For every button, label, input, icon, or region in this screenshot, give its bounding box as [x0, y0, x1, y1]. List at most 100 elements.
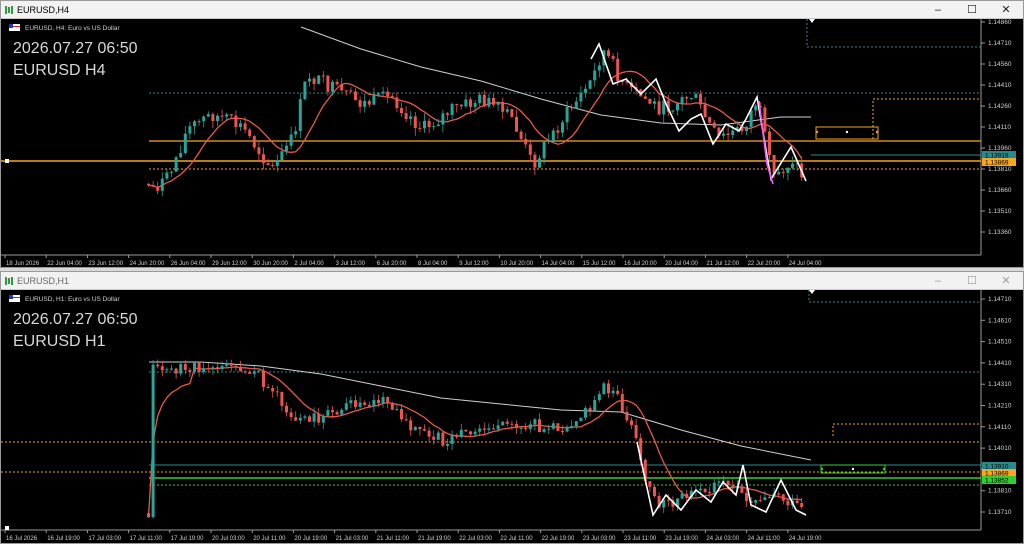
- candle-body: [400, 108, 403, 114]
- candle-body: [551, 130, 555, 142]
- candle-body: [211, 367, 215, 370]
- candle-body: [768, 496, 771, 498]
- price-chart-h4[interactable]: EURUSD, H4: Euro vs US Dollar 2026.07.27…: [1, 19, 1024, 268]
- candle-body: [432, 436, 436, 440]
- close-button[interactable]: ✕: [989, 272, 1023, 289]
- candle-body: [395, 97, 399, 109]
- candle-body: [542, 429, 546, 433]
- time-tick-label: 22 Jul 20:00: [748, 261, 781, 267]
- candle-body: [754, 500, 758, 503]
- candle-body: [344, 90, 348, 92]
- order-point: [845, 130, 849, 134]
- price-tick-label: 1.14210: [988, 403, 1012, 410]
- candle-body: [262, 370, 265, 388]
- candle-body: [220, 365, 224, 370]
- time-tick-label: 17 Jul 19:00: [171, 536, 204, 542]
- candle-body: [409, 420, 413, 431]
- overlay-time: 2026.07.27 06:50: [13, 40, 138, 57]
- candle-body: [326, 410, 330, 416]
- price-axis[interactable]: 1.14860 1.14710 1.14560 1.14410 1.14260 1.141…: [981, 19, 1012, 236]
- candle-body: [584, 88, 587, 93]
- candle-body: [528, 144, 532, 155]
- price-tick-label: 1.14710: [988, 40, 1012, 47]
- candle-body: [239, 123, 242, 128]
- candle-body: [607, 50, 610, 57]
- minimize-button[interactable]: –: [921, 1, 955, 18]
- candle-body: [303, 416, 307, 418]
- candle-body: [170, 368, 173, 370]
- window-title: EURUSD,H1: [17, 275, 70, 286]
- price-tick-label: 1.14610: [988, 317, 1012, 324]
- candle-body: [611, 390, 615, 394]
- candle-body: [147, 183, 150, 185]
- candle-body: [487, 97, 491, 107]
- candle-body: [275, 160, 279, 166]
- close-button[interactable]: ✕: [989, 1, 1023, 18]
- candle-body: [556, 130, 560, 133]
- candle-body: [777, 493, 781, 495]
- candle-body: [712, 482, 716, 493]
- candle-body: [340, 84, 344, 91]
- candle-body: [616, 390, 620, 395]
- candle-body: [381, 396, 385, 404]
- candle-body: [427, 120, 431, 128]
- window-titlebar[interactable]: EURUSD,H4 – ☐ ✕: [1, 1, 1023, 19]
- candle-body: [726, 133, 730, 136]
- candle-body: [680, 493, 684, 499]
- candle-body: [308, 78, 311, 82]
- time-tick-label: 16 Jul 20:00: [624, 261, 657, 267]
- candle-body: [501, 101, 505, 112]
- candle-body: [648, 98, 652, 104]
- candle-body: [257, 147, 261, 155]
- candle-body: [326, 75, 330, 92]
- price-chart-h1[interactable]: EURUSD, H1: Euro vs US Dollar 2026.07.27…: [1, 290, 1024, 544]
- candle-body: [188, 126, 192, 134]
- candle-body: [225, 362, 229, 366]
- candle-body: [354, 400, 357, 407]
- candle-body: [602, 383, 606, 395]
- candle-body: [542, 141, 546, 159]
- time-tick-label: 21 Jul 19:00: [418, 536, 451, 542]
- moving-averages: [147, 361, 812, 518]
- time-axis[interactable]: 16 Jul 2026 16 Jul 19:00 17 Jul 03:00 17 Ju…: [4, 530, 822, 542]
- candle-body: [377, 93, 380, 95]
- price-tick-label: 1.14710: [988, 296, 1012, 303]
- minimize-button[interactable]: –: [921, 272, 955, 289]
- candle-body: [395, 408, 399, 410]
- maximize-button[interactable]: ☐: [955, 272, 989, 289]
- time-tick-label: 24 Jun 20:00: [130, 261, 165, 267]
- candle-body: [781, 494, 785, 501]
- time-tick-label: 22 Jun 04:00: [47, 261, 82, 267]
- candle-body: [377, 399, 380, 404]
- candle-body: [179, 363, 183, 374]
- candle-body: [151, 364, 155, 518]
- time-axis[interactable]: 18 Jun 2026 22 Jun 04:00 23 Jun 12:00 24 Ju…: [4, 255, 822, 267]
- candle-body: [597, 394, 601, 400]
- candle-body: [478, 94, 482, 104]
- target-box-dotted: [808, 290, 981, 303]
- candle-body: [174, 368, 178, 374]
- candle-body: [340, 409, 344, 415]
- maximize-button[interactable]: ☐: [955, 1, 989, 18]
- candle-body: [202, 116, 206, 122]
- candle-body: [731, 485, 735, 489]
- order-point: [815, 130, 819, 134]
- candle-body: [151, 184, 155, 187]
- candle-body: [561, 430, 564, 432]
- candle-body: [680, 97, 684, 104]
- candle-body: [193, 121, 196, 127]
- chart-window-h1[interactable]: EURUSD,H1 – ☐ ✕ EURUSD, H1: Euro vs US D…: [0, 271, 1024, 544]
- time-tick-label: 20 Jul 11:00: [253, 536, 286, 542]
- flag-icon: [9, 295, 20, 302]
- candle-body: [266, 163, 270, 166]
- time-tick-label: 2 Jul 04:00: [294, 261, 324, 267]
- candle-body: [262, 154, 265, 164]
- window-titlebar[interactable]: EURUSD,H1 – ☐ ✕: [1, 272, 1023, 290]
- candle-body: [547, 428, 551, 430]
- candle-body: [216, 115, 219, 121]
- candle-body: [519, 131, 523, 139]
- candle-body: [239, 366, 242, 372]
- chart-window-h4[interactable]: EURUSD,H4 – ☐ ✕ EURUSD, H4: Euro vs US D…: [0, 0, 1024, 268]
- candle-body: [344, 403, 348, 410]
- time-tick-label: 24 Jul 11:00: [748, 536, 781, 542]
